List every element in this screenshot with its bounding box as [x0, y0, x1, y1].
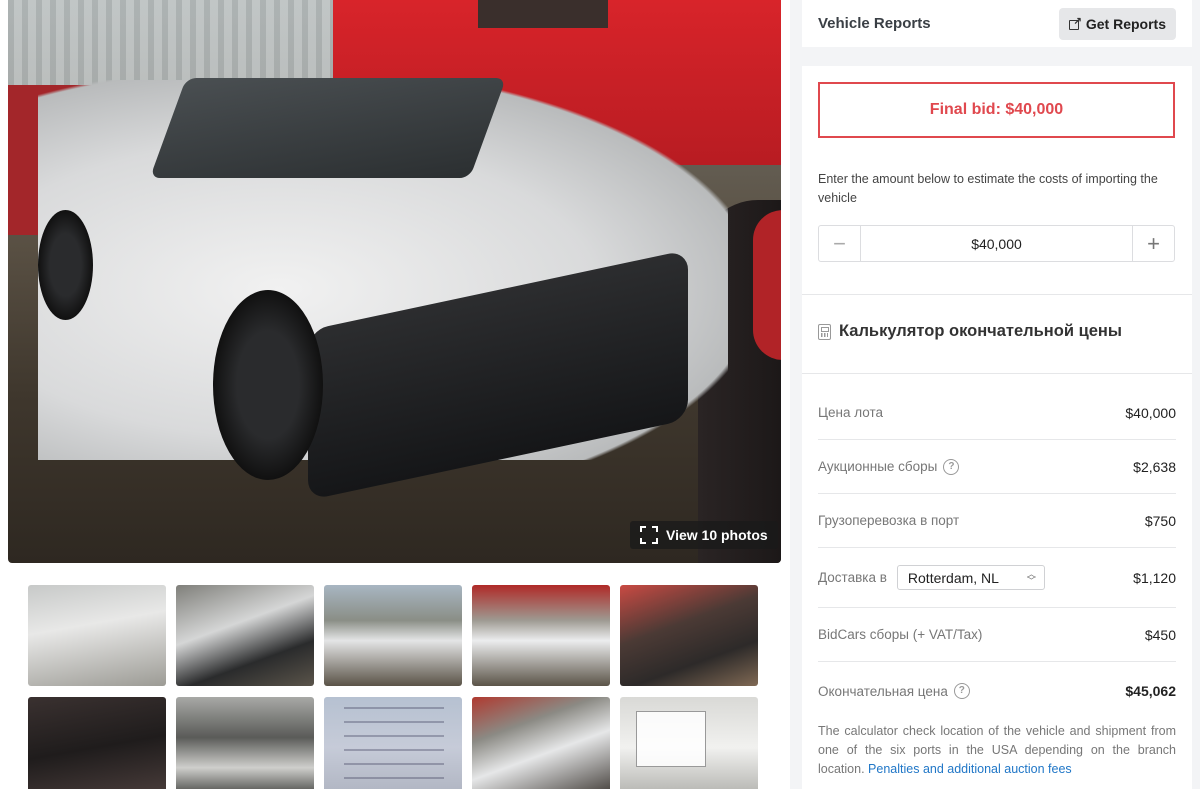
cost-row-delivery: Доставка в Rotterdam, NL ︿ ﹀ $1,120: [818, 548, 1176, 608]
cost-row-bidcars-fees: BidCars сборы (+ VAT/Tax) $450: [818, 608, 1176, 662]
thumbnail[interactable]: [28, 585, 166, 686]
cost-value: $40,000: [1125, 404, 1176, 421]
cost-row-port-shipping: Грузоперевозка в порт $750: [818, 494, 1176, 548]
cost-label: Аукционные сборы: [818, 459, 938, 474]
thumbnail[interactable]: [620, 697, 758, 789]
thumbnail[interactable]: [472, 697, 610, 789]
thumbnail-grid: [28, 585, 763, 789]
cost-value: $450: [1144, 626, 1176, 643]
photo-red-car-right: [753, 210, 781, 360]
get-reports-label: Get Reports: [1085, 15, 1166, 32]
calculator-header: Калькулятор окончательной цены: [818, 322, 1122, 341]
divider: [802, 294, 1192, 295]
view-photos-label: View 10 photos: [666, 527, 768, 543]
estimate-hint: Enter the amount below to estimate the c…: [818, 172, 1158, 205]
final-price-value: $45,062: [1125, 683, 1176, 699]
penalties-fees-link[interactable]: Penalties and additional auction fees: [868, 762, 1072, 776]
thumbnail[interactable]: [472, 585, 610, 686]
bid-amount-input[interactable]: $40,000: [861, 226, 1132, 261]
cost-value: $1,120: [1133, 569, 1176, 586]
photo-front-wheel: [213, 290, 323, 480]
cost-row-auction-fees: Аукционные сборы ? $2,638: [818, 440, 1176, 494]
cost-label: Цена лота: [818, 405, 883, 420]
photo-truck-window: [478, 0, 608, 28]
final-bid-banner: Final bid: $40,000: [818, 82, 1175, 138]
help-icon[interactable]: ?: [943, 458, 960, 475]
destination-port-value: Rotterdam, NL: [907, 569, 999, 586]
cost-row-lot-price: Цена лота $40,000: [818, 386, 1176, 440]
cost-label-wrap: Доставка в Rotterdam, NL ︿ ﹀: [818, 565, 1045, 590]
photo-rear-wheel: [38, 210, 93, 320]
photo-windshield: [149, 78, 507, 178]
sidebar: Vehicle Reports ↗ Get Reports Final bid:…: [802, 0, 1192, 789]
page: View 10 photos Vehicle Reports ↗ Get Rep…: [0, 0, 1200, 789]
vehicle-reports-title: Vehicle Reports: [818, 15, 931, 32]
vehicle-reports-card: Vehicle Reports ↗ Get Reports: [802, 0, 1192, 47]
get-reports-button[interactable]: ↗ Get Reports: [1058, 7, 1176, 40]
cost-breakdown: Цена лота $40,000 Аукционные сборы ? $2,…: [818, 386, 1176, 720]
help-icon[interactable]: ?: [953, 683, 970, 699]
thumbnail-label-sticker: [636, 711, 706, 767]
cost-label: Грузоперевозка в порт: [818, 513, 960, 528]
cost-label: Окончательная цена: [818, 683, 948, 699]
cost-value: $750: [1144, 512, 1176, 529]
thumbnail[interactable]: [620, 585, 758, 686]
view-photos-button[interactable]: View 10 photos: [630, 521, 778, 549]
chevron-updown-icon: ︿ ﹀: [1026, 568, 1036, 586]
increase-button[interactable]: +: [1132, 226, 1174, 261]
thumbnail[interactable]: [176, 697, 314, 789]
cost-value: $2,638: [1133, 458, 1176, 475]
thumbnail-document: [344, 707, 444, 789]
thumbnail[interactable]: [28, 697, 166, 789]
main-vehicle-photo[interactable]: View 10 photos: [8, 0, 781, 563]
cost-row-final-price: Окончательная цена ? $45,062: [818, 662, 1176, 720]
divider: [802, 373, 1192, 374]
calculator-note: The calculator check location of the veh…: [818, 722, 1176, 779]
calculator-title: Калькулятор окончательной цены: [839, 322, 1122, 340]
cost-label-wrap: Окончательная цена ?: [818, 683, 970, 699]
external-link-icon: ↗: [1068, 17, 1082, 30]
thumbnail[interactable]: [324, 585, 462, 686]
bid-amount-stepper: − $40,000 +: [818, 225, 1175, 262]
thumbnail[interactable]: [324, 697, 462, 789]
price-calculator-card: Final bid: $40,000 Enter the amount belo…: [802, 66, 1192, 789]
expand-icon: [640, 526, 658, 544]
decrease-button[interactable]: −: [819, 226, 861, 261]
thumbnail[interactable]: [176, 585, 314, 686]
photo-gallery: View 10 photos: [0, 0, 790, 789]
cost-label-wrap: Аукционные сборы ?: [818, 458, 960, 475]
calculator-icon: [818, 323, 831, 340]
cost-label: Доставка в: [818, 570, 887, 585]
cost-label: BidCars сборы (+ VAT/Tax): [818, 627, 983, 642]
destination-port-select[interactable]: Rotterdam, NL ︿ ﹀: [896, 565, 1045, 590]
